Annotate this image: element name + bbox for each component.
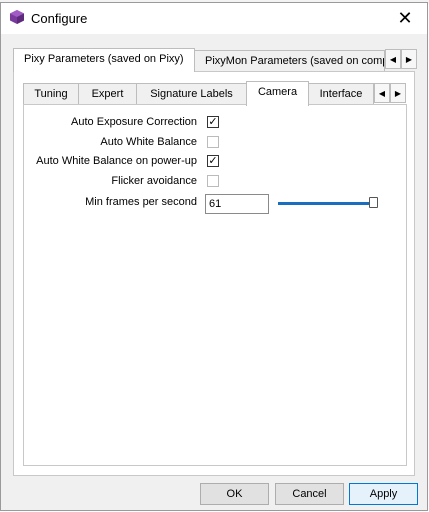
chevron-left-icon: ◀ (378, 88, 386, 98)
min-fps-label: Min frames per second (85, 196, 197, 208)
pixy-parameters-panel: Tuning Expert Signature Labels Camera In… (13, 71, 415, 476)
flicker-avoidance-label: Flicker avoidance (111, 175, 197, 187)
close-icon: ✕ (397, 8, 413, 28)
auto-white-balance-label: Auto White Balance (100, 136, 197, 148)
close-button[interactable]: ✕ (383, 3, 427, 34)
configure-dialog: Configure ✕ Pixy Parameters (saved on Pi… (0, 2, 428, 511)
outer-tab-scroll-right[interactable]: ▶ (401, 49, 417, 69)
tab-label: PixyMon Parameters (saved on computer) (205, 55, 384, 67)
tab-expert[interactable]: Expert (78, 83, 137, 105)
tab-label: Expert (91, 88, 124, 100)
title-bar: Configure ✕ (1, 3, 427, 34)
chevron-left-icon: ◀ (389, 54, 397, 64)
checkmark-icon: ✓ (208, 116, 218, 128)
awb-power-up-checkbox[interactable]: ✓ (207, 155, 219, 167)
outer-tab-bar: Pixy Parameters (saved on Pixy) PixyMon … (13, 48, 417, 72)
inner-tab-bar: Tuning Expert Signature Labels Camera In… (23, 81, 406, 106)
tab-pixymon-parameters[interactable]: PixyMon Parameters (saved on computer) (194, 50, 385, 72)
auto-exposure-checkbox[interactable]: ✓ (207, 116, 219, 128)
pixy-cube-icon (9, 9, 25, 28)
chevron-right-icon: ▶ (405, 54, 413, 64)
inner-tab-scroll-left[interactable]: ◀ (374, 83, 390, 103)
tab-pixy-parameters[interactable]: Pixy Parameters (saved on Pixy) (13, 48, 195, 72)
min-fps-slider-handle[interactable] (369, 197, 378, 208)
auto-white-balance-checkbox[interactable] (207, 136, 219, 148)
camera-panel: Auto Exposure Correction ✓ Auto White Ba… (23, 104, 407, 466)
cancel-button[interactable]: Cancel (275, 483, 344, 505)
tab-camera[interactable]: Camera (246, 81, 309, 106)
tab-label: Pixy Parameters (saved on Pixy) (24, 53, 184, 65)
inner-tab-scroll-right[interactable]: ▶ (390, 83, 406, 103)
checkmark-icon: ✓ (208, 155, 218, 167)
tab-interface[interactable]: Interface (308, 83, 374, 105)
min-fps-slider-track[interactable] (278, 202, 376, 205)
chevron-right-icon: ▶ (394, 88, 402, 98)
tab-label: Camera (257, 86, 298, 98)
apply-button[interactable]: Apply (349, 483, 418, 505)
tab-signature-labels[interactable]: Signature Labels (136, 83, 247, 105)
ok-button[interactable]: OK (200, 483, 269, 505)
auto-exposure-label: Auto Exposure Correction (71, 116, 197, 128)
flicker-avoidance-checkbox[interactable] (207, 175, 219, 187)
tab-tuning[interactable]: Tuning (23, 83, 79, 105)
window-title: Configure (31, 11, 88, 26)
tab-label: Signature Labels (150, 88, 233, 100)
tab-label: Interface (319, 88, 363, 100)
outer-tab-scroll-left[interactable]: ◀ (385, 49, 401, 69)
tab-label: Tuning (34, 88, 68, 100)
awb-power-up-label: Auto White Balance on power-up (36, 155, 197, 167)
min-fps-input[interactable]: 61 (205, 194, 269, 214)
